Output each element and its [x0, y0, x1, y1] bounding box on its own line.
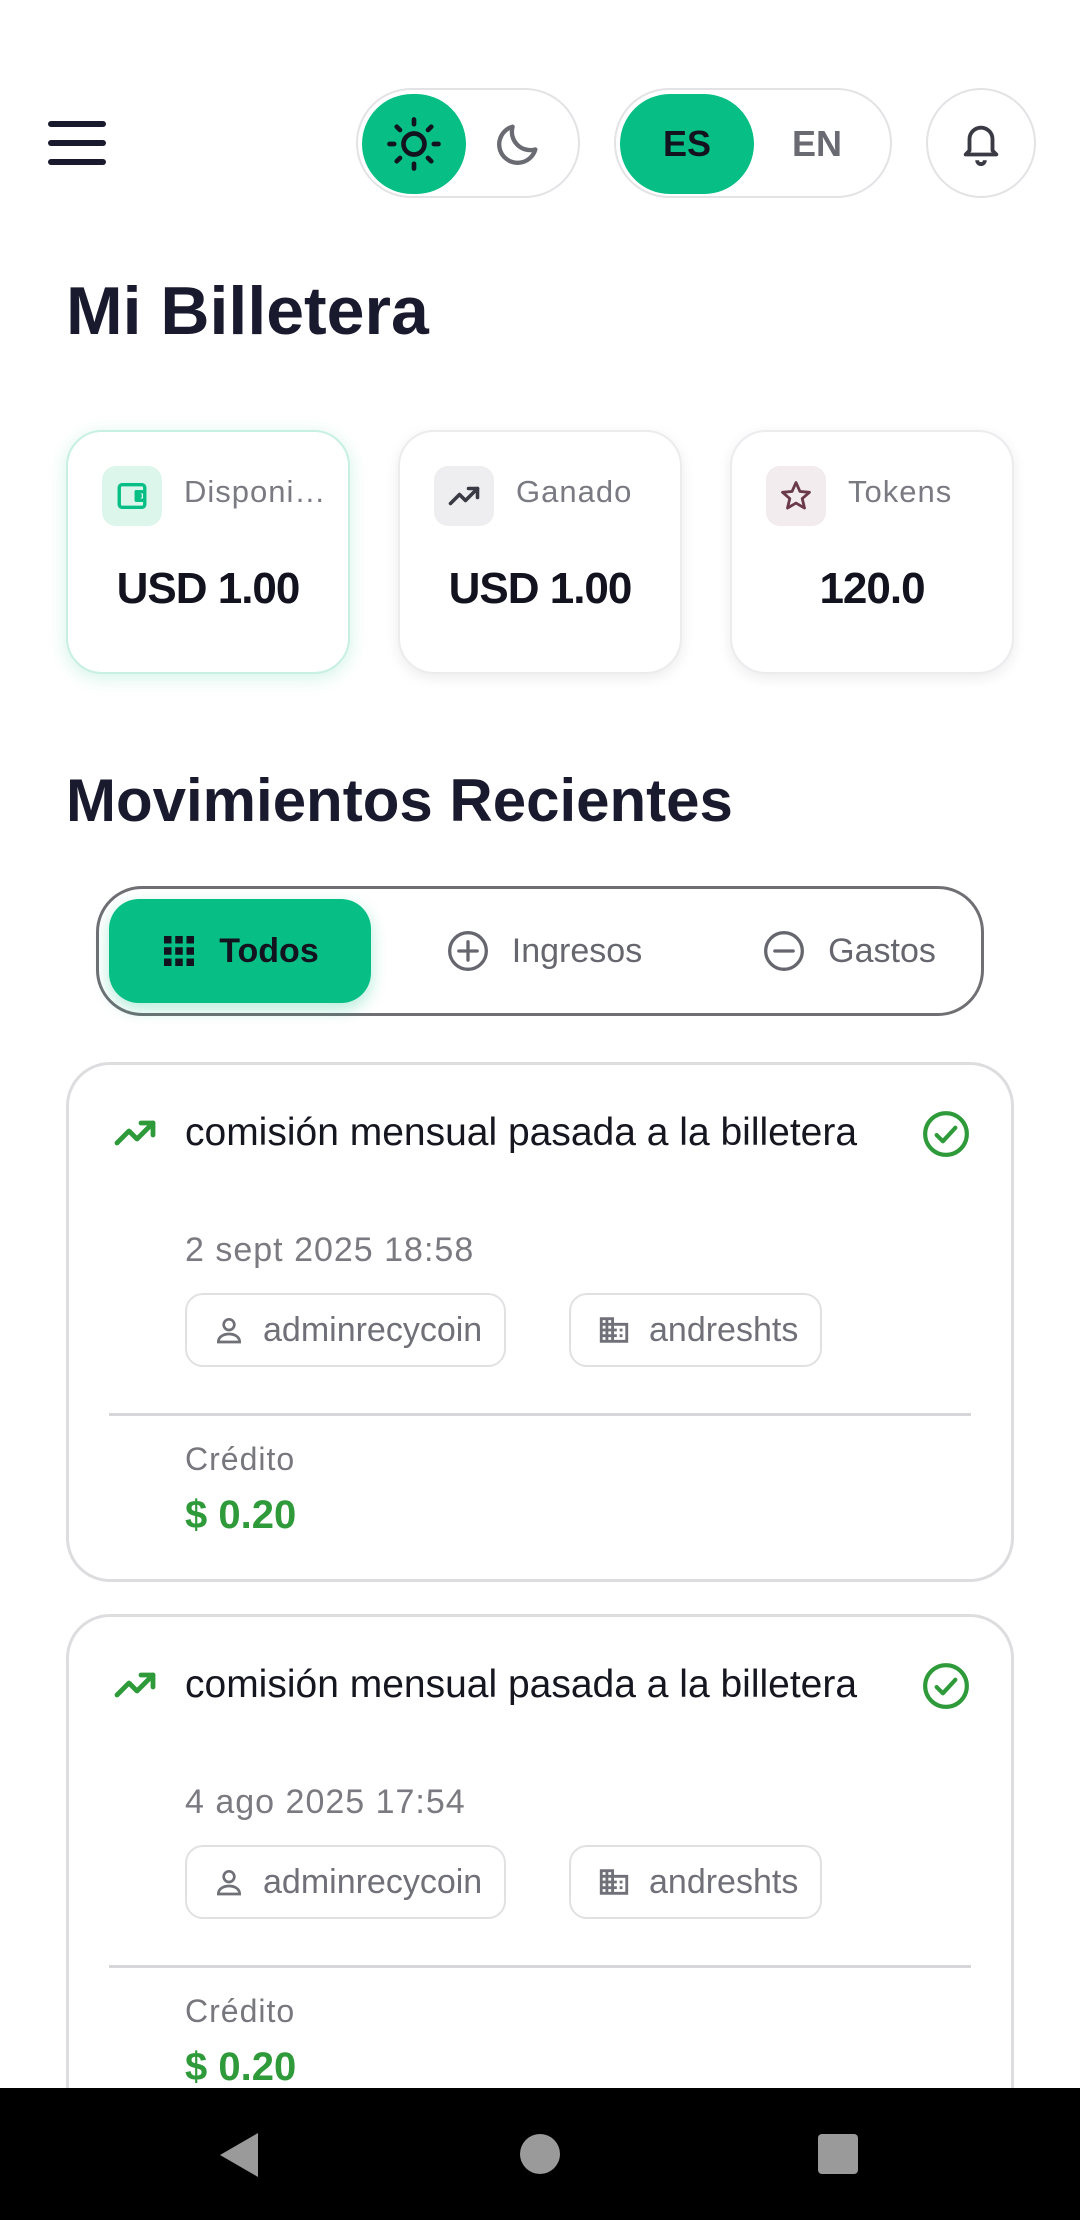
- transaction-amount: $ 0.20: [185, 2045, 297, 2089]
- available-balance-card[interactable]: Disponible USD 1.00: [66, 430, 350, 674]
- language-option-es[interactable]: ES: [620, 94, 754, 194]
- check-circle-icon: [923, 1111, 969, 1157]
- recents-icon[interactable]: [816, 2132, 860, 2176]
- page-title: Mi Billetera: [66, 273, 429, 349]
- summary-value: USD 1.00: [116, 564, 301, 613]
- tab-income[interactable]: Ingresos: [419, 899, 669, 1003]
- language-option-en[interactable]: EN: [752, 94, 882, 194]
- divider: [109, 1413, 971, 1416]
- theme-toggle[interactable]: [356, 88, 580, 198]
- moon-icon: [497, 124, 538, 165]
- language-toggle[interactable]: ES EN: [614, 88, 892, 198]
- menu-icon-bar: [48, 140, 106, 146]
- summary-label: Tokens: [848, 474, 953, 509]
- star-icon: [766, 466, 826, 526]
- organization-chip: andreshts: [569, 1845, 823, 1919]
- transaction-title: comisión mensual pasada a la billetera: [185, 1663, 858, 1706]
- dark-theme-option[interactable]: [470, 94, 566, 194]
- person-icon: [216, 1318, 242, 1344]
- minus-circle-icon: [764, 931, 805, 971]
- transaction-title: comisión mensual pasada a la billetera: [185, 1111, 858, 1154]
- menu-button[interactable]: [44, 115, 110, 171]
- summary-label: Disponible: [184, 474, 334, 509]
- menu-icon-bar: [48, 159, 106, 165]
- organization-chip: andreshts: [569, 1293, 823, 1367]
- tab-all[interactable]: Todos: [109, 899, 371, 1003]
- system-navigation-bar: [0, 2088, 1080, 2220]
- transaction-date: 2 sept 2025 18:58: [185, 1231, 475, 1269]
- transaction-type-label: Crédito: [185, 1441, 296, 1477]
- section-title: Movimientos Recientes: [66, 767, 733, 834]
- trending-up-icon: [114, 1672, 156, 1698]
- summary-value: USD 1.00: [448, 564, 633, 613]
- check-circle-icon: [923, 1663, 969, 1709]
- summary-label: Ganado: [516, 474, 633, 509]
- user-chip: adminrecycoin: [185, 1293, 507, 1367]
- menu-icon-bar: [48, 121, 106, 127]
- chip-label: andreshts: [649, 1310, 799, 1349]
- bell-icon: [963, 125, 999, 166]
- transaction-amount: $ 0.20: [185, 1493, 297, 1537]
- tab-label: Gastos: [828, 931, 936, 970]
- summary-value: 120.0: [819, 564, 925, 613]
- transaction-card[interactable]: comisión mensual pasada a la billetera 4…: [66, 1614, 1014, 2134]
- building-icon: [599, 1317, 629, 1343]
- trending-up-icon: [434, 466, 494, 526]
- chip-label: adminrecycoin: [263, 1310, 483, 1349]
- light-theme-option[interactable]: [362, 94, 466, 194]
- person-icon: [216, 1870, 242, 1896]
- tokens-card[interactable]: Tokens 120.0: [730, 430, 1014, 674]
- chip-label: adminrecycoin: [263, 1862, 483, 1901]
- home-icon[interactable]: [518, 2132, 562, 2176]
- tab-label: Ingresos: [511, 931, 643, 970]
- filter-tabs: Todos Ingresos Gastos: [96, 886, 984, 1016]
- tab-label: Todos: [219, 931, 319, 970]
- earned-card[interactable]: Ganado USD 1.00: [398, 430, 682, 674]
- back-icon[interactable]: [216, 2130, 262, 2180]
- tab-expenses[interactable]: Gastos: [729, 899, 969, 1003]
- sun-icon: [387, 117, 441, 171]
- user-chip: adminrecycoin: [185, 1845, 507, 1919]
- notifications-button[interactable]: [926, 88, 1036, 198]
- transaction-card[interactable]: comisión mensual pasada a la billetera 2…: [66, 1062, 1014, 1582]
- grid-icon: [164, 936, 195, 966]
- chip-label: andreshts: [649, 1862, 799, 1901]
- transaction-date: 4 ago 2025 17:54: [185, 1783, 466, 1821]
- wallet-icon: [102, 466, 162, 526]
- building-icon: [599, 1869, 629, 1895]
- plus-circle-icon: [447, 931, 488, 971]
- transaction-type-label: Crédito: [185, 1993, 296, 2029]
- divider: [109, 1965, 971, 1968]
- trending-up-icon: [114, 1120, 156, 1146]
